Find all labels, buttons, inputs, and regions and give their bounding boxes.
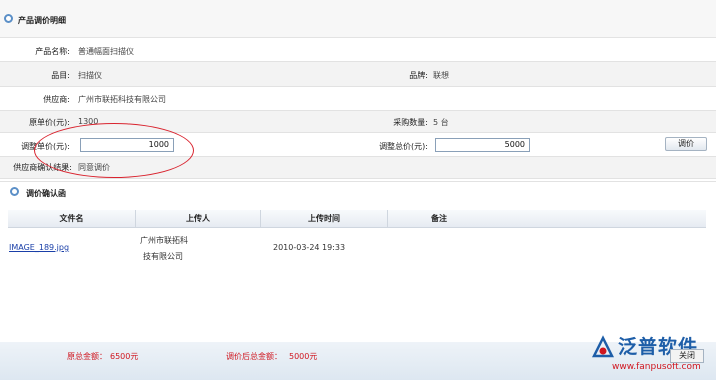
category-label: 品目: xyxy=(51,71,70,80)
upload-time: 2010-03-24 19:33 xyxy=(273,243,346,252)
adj-total-input[interactable]: 5000 xyxy=(435,138,530,152)
adj-total-label: 调整总价(元): xyxy=(379,142,428,151)
column-header-file: 文件名 xyxy=(8,210,136,228)
product-name-value: 普通幅面扫描仪 xyxy=(78,47,134,56)
adj-unit-price-input[interactable]: 1000 xyxy=(80,138,174,152)
brand-value: 联想 xyxy=(433,71,449,80)
purchase-qty-label: 采购数量: xyxy=(393,118,428,127)
logo-mark-icon xyxy=(591,335,615,358)
supplier-confirm-value: 同意调价 xyxy=(78,163,110,172)
close-button[interactable]: 关闭 xyxy=(670,349,704,363)
row-supplier-confirm: 供应商确认结果: 同意调价 xyxy=(0,157,716,179)
circle-bullet-icon xyxy=(4,14,13,23)
adj-unit-price-label: 调整单价(元): xyxy=(21,142,70,151)
logo-url: www.fanpusoft.com xyxy=(612,362,701,372)
row-category-brand: 品目: 扫描仪 品牌: 联想 xyxy=(0,62,716,87)
orig-price-label: 原单价(元): xyxy=(29,118,70,127)
column-header-note: 备注 xyxy=(431,214,447,223)
orig-price-value: 1300 xyxy=(78,117,99,126)
orig-total-value: 6500元 xyxy=(110,352,139,361)
new-total-label: 调价后总金额： xyxy=(226,352,282,361)
category-value: 扫描仪 xyxy=(78,71,102,80)
purchase-qty-value: 5 台 xyxy=(433,118,449,127)
row-orig-price: 原单价(元): 1300 采购数量: 5 台 xyxy=(0,111,716,133)
title-bar: 产品调价明细 xyxy=(0,0,716,38)
supplier-value: 广州市联拓科技有限公司 xyxy=(78,95,166,104)
orig-total-label: 原总金额： xyxy=(67,352,107,361)
uploader-line-2: 技有限公司 xyxy=(143,252,183,261)
attachment-table-header: 文件名 上传人 上传时间 备注 xyxy=(8,210,706,228)
page-title: 产品调价明细 xyxy=(18,16,66,25)
confirm-section-header: 调价确认函 xyxy=(0,181,716,203)
row-adjust: 调整单价(元): 1000 调整总价(元): 5000 调价 xyxy=(0,133,716,157)
column-header-uploader: 上传人 xyxy=(136,210,261,228)
product-name-label: 产品名称: xyxy=(35,47,70,56)
supplier-confirm-label: 供应商确认结果: xyxy=(13,163,72,172)
confirm-section-title: 调价确认函 xyxy=(26,189,66,198)
adjust-price-button[interactable]: 调价 xyxy=(665,137,707,151)
brand-label: 品牌: xyxy=(409,71,428,80)
row-product-name: 产品名称: 普通幅面扫描仪 xyxy=(0,38,716,62)
new-total-value: 5000元 xyxy=(289,352,318,361)
attachment-file-link[interactable]: IMAGE_189.jpg xyxy=(9,243,69,252)
column-header-time: 上传时间 xyxy=(261,210,388,228)
row-supplier: 供应商: 广州市联拓科技有限公司 xyxy=(0,87,716,111)
supplier-label: 供应商: xyxy=(43,95,70,104)
circle-bullet-icon xyxy=(10,187,19,196)
uploader-line-1: 广州市联拓科 xyxy=(140,236,188,245)
